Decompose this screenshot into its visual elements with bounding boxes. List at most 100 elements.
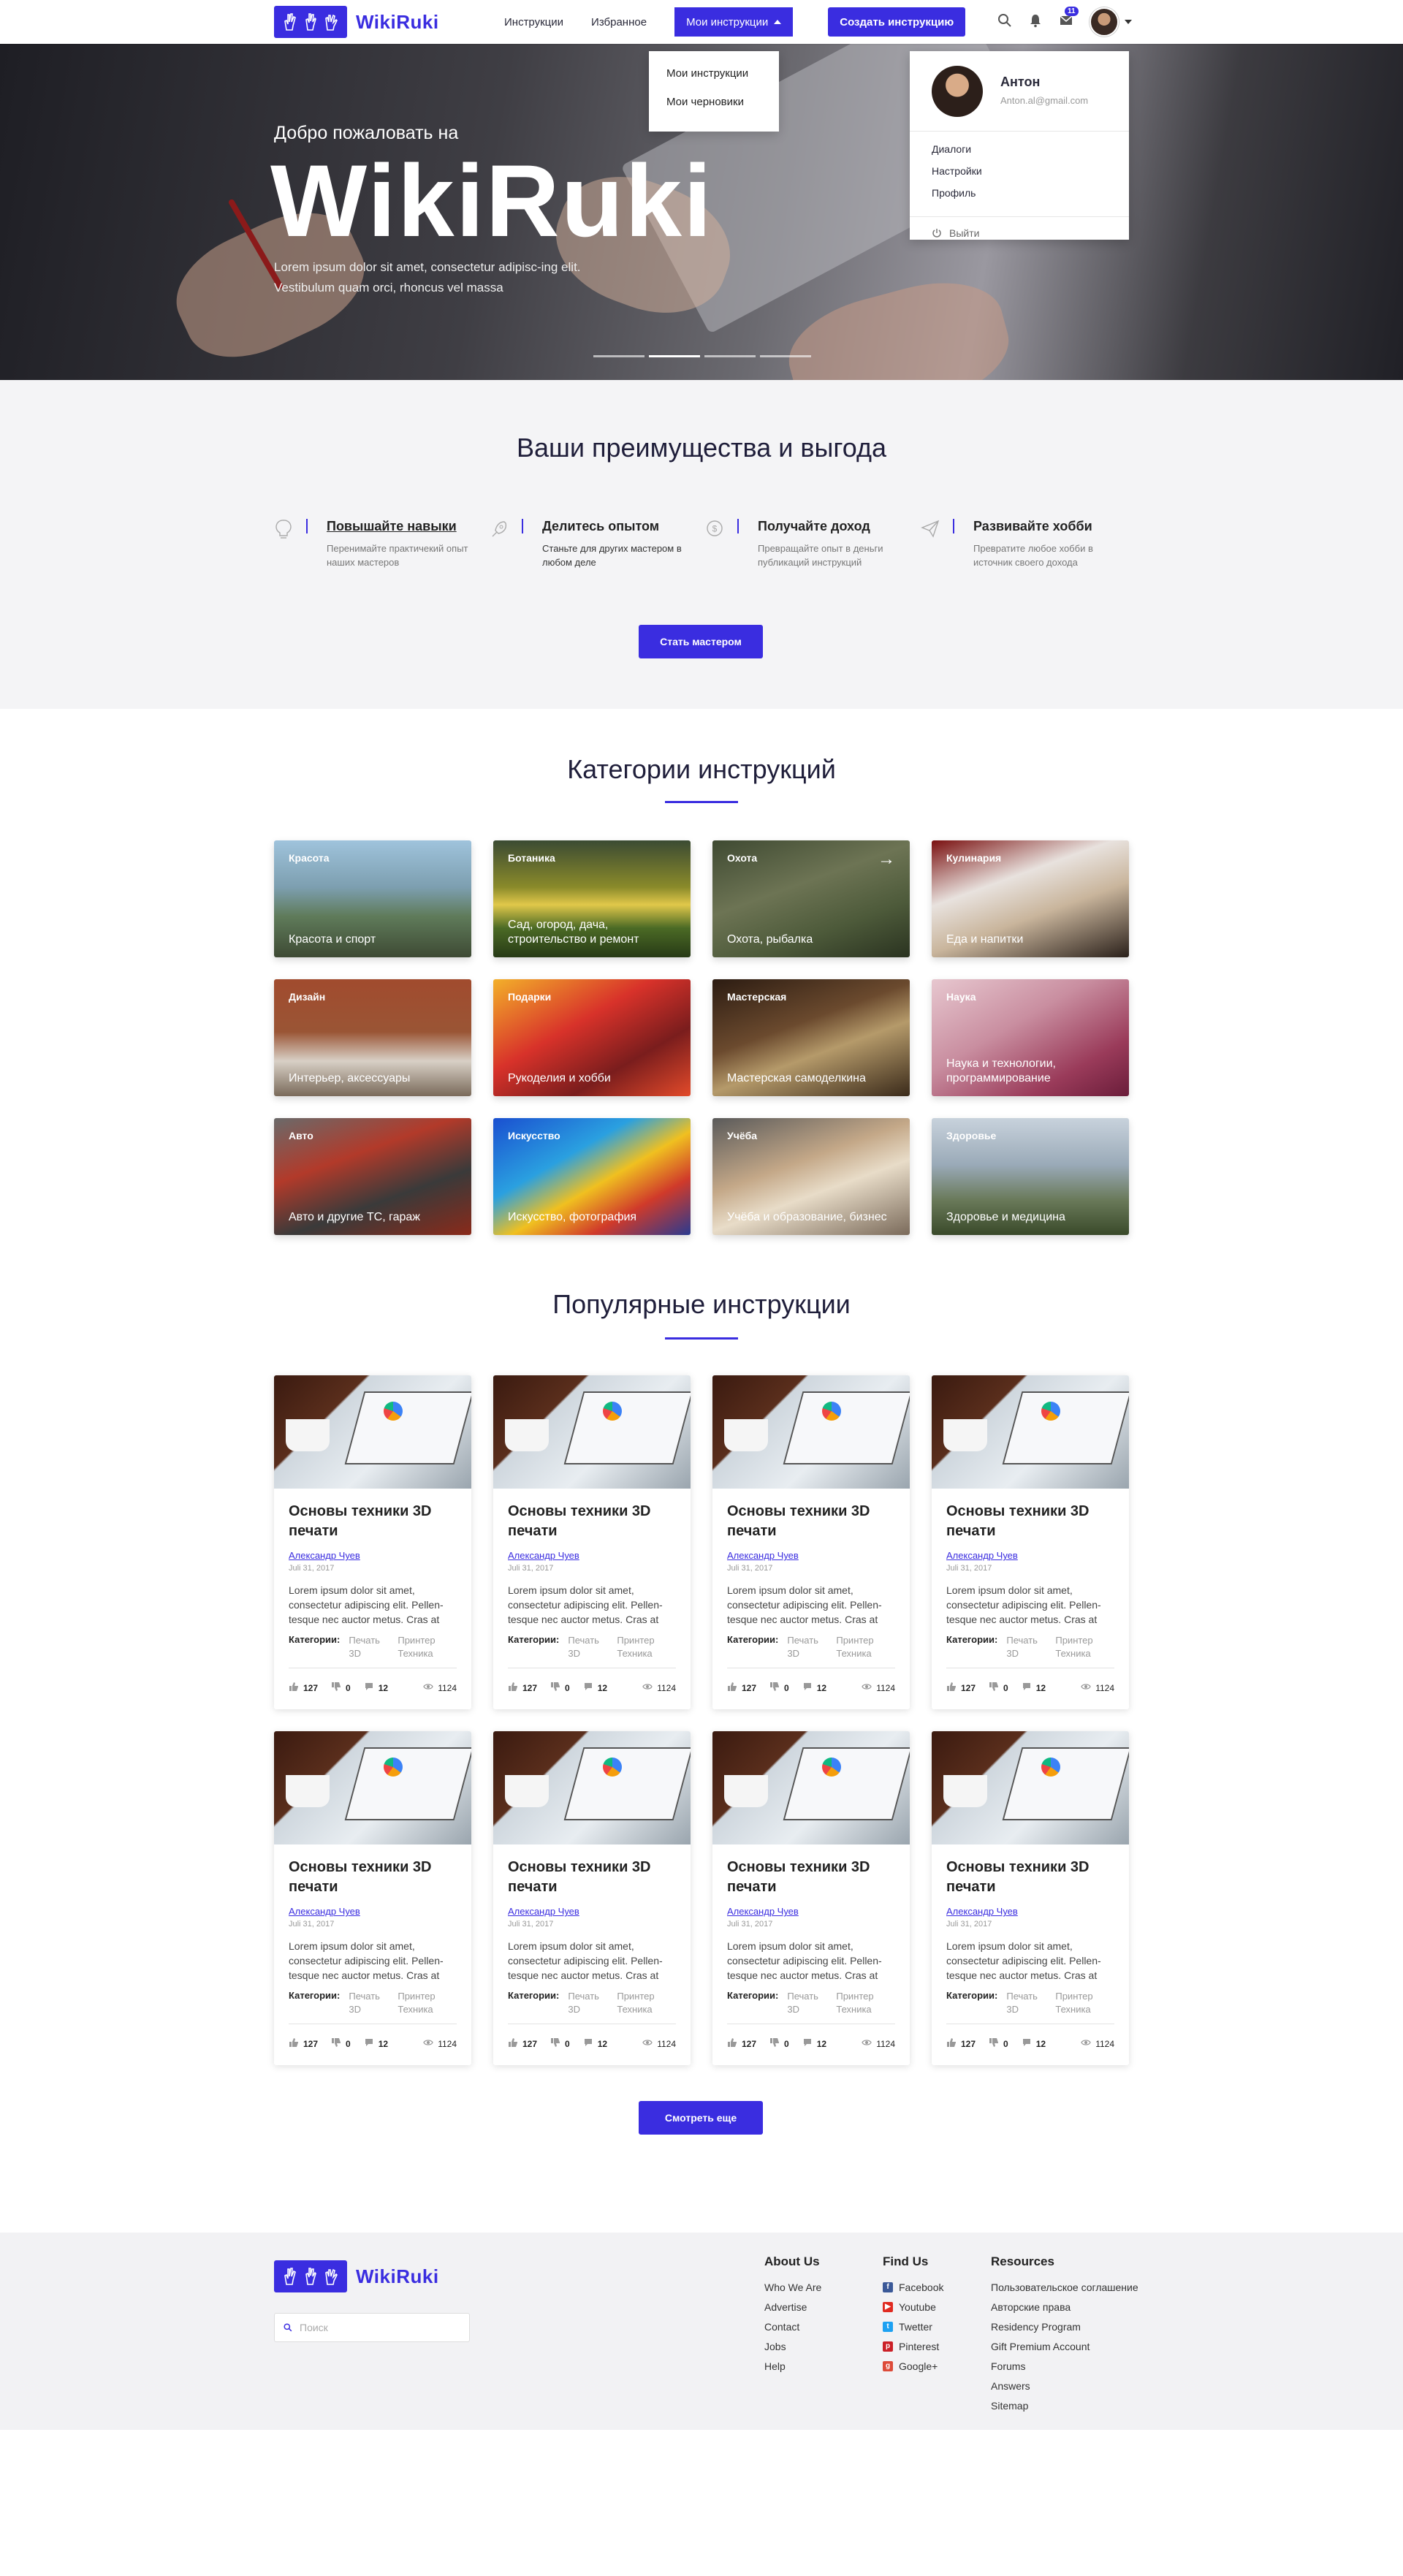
instruction-card[interactable]: Основы техники 3D печати Александр Чуев Ju… [493,1375,691,1709]
card-image[interactable] [712,1375,910,1489]
comments[interactable]: 12 [364,1682,388,1694]
card-title[interactable]: Основы техники 3D печати [946,1858,1114,1897]
card-author-link[interactable]: Александр Чуев [727,1906,895,1917]
instruction-card[interactable]: Основы техники 3D печати Александр Чуев Ju… [493,1731,691,2065]
card-title[interactable]: Основы техники 3D печати [727,1502,895,1541]
card-title[interactable]: Основы техники 3D печати [289,1502,457,1541]
card-image[interactable] [932,1731,1129,1844]
instruction-card[interactable]: Основы техники 3D печати Александр Чуев Ju… [712,1375,910,1709]
footer-link[interactable]: Who We Are [764,2281,821,2293]
likes[interactable]: 127 [289,1682,318,1694]
footer-social-link[interactable]: f Facebook [883,2281,943,2293]
show-more-button[interactable]: Смотреть еще [639,2101,763,2135]
comments[interactable]: 12 [583,1682,607,1694]
slider-dot[interactable] [760,355,811,357]
category-tile[interactable]: Мастерская Мастерская самоделкина [712,979,910,1096]
card-image[interactable] [274,1375,471,1489]
comments[interactable]: 12 [802,1682,826,1694]
card-author-link[interactable]: Александр Чуев [946,1906,1114,1917]
card-title[interactable]: Основы техники 3D печати [289,1858,457,1897]
card-category-link[interactable]: Принтер Техника [836,1634,876,1660]
card-image[interactable] [493,1375,691,1489]
footer-link[interactable]: Advertise [764,2300,821,2313]
comments[interactable]: 12 [364,2037,388,2050]
dislikes[interactable]: 0 [550,2037,570,2050]
card-category-link[interactable]: Принтер Техника [836,1990,876,2016]
footer-social-link[interactable]: g Google+ [883,2360,943,2372]
card-category-link[interactable]: Печать 3D [1006,1634,1046,1660]
likes[interactable]: 127 [727,1682,756,1694]
card-image[interactable] [493,1731,691,1844]
footer-link[interactable]: Авторские права [991,2300,1138,2313]
card-category-link[interactable]: Печать 3D [1006,1990,1046,2016]
menu-item-profile[interactable]: Профиль [932,187,1107,199]
footer-link[interactable]: Forums [991,2360,1138,2372]
card-author-link[interactable]: Александр Чуев [289,1906,457,1917]
logout-button[interactable]: Выйти [910,216,1129,249]
category-tile[interactable]: Красота Красота и спорт [274,840,471,957]
card-category-link[interactable]: Печать 3D [568,1634,608,1660]
card-category-link[interactable]: Печать 3D [349,1634,389,1660]
instruction-card[interactable]: Основы техники 3D печати Александр Чуев Ju… [274,1375,471,1709]
category-tile[interactable]: Учёба Учёба и образование, бизнес [712,1118,910,1235]
menu-item-settings[interactable]: Настройки [932,165,1107,177]
instruction-card[interactable]: Основы техники 3D печати Александр Чуев Ju… [274,1731,471,2065]
card-title[interactable]: Основы техники 3D печати [508,1858,676,1897]
card-author-link[interactable]: Александр Чуев [727,1550,895,1561]
footer-link[interactable]: Contact [764,2320,821,2333]
dislikes[interactable]: 0 [769,1682,789,1694]
comments[interactable]: 12 [583,2037,607,2050]
nav-favorites[interactable]: Избранное [591,16,647,29]
category-tile[interactable]: Кулинария Еда и напитки [932,840,1129,957]
likes[interactable]: 127 [508,1682,537,1694]
footer-link[interactable]: Sitemap [991,2399,1138,2412]
footer-social-link[interactable]: ▶ Youtube [883,2300,943,2313]
card-category-link[interactable]: Принтер Техника [1055,1634,1095,1660]
footer-link[interactable]: Help [764,2360,821,2372]
category-tile[interactable]: Здоровье Здоровье и медицина [932,1118,1129,1235]
footer-social-link[interactable]: p Pinterest [883,2340,943,2352]
card-author-link[interactable]: Александр Чуев [289,1550,457,1561]
slider-dot[interactable] [649,355,700,357]
create-instruction-button[interactable]: Создать инструкцию [828,7,966,37]
category-tile[interactable]: Авто Авто и другие ТС, гараж [274,1118,471,1235]
category-tile[interactable]: Дизайн Интерьер, аксессуары [274,979,471,1096]
dislikes[interactable]: 0 [331,2037,351,2050]
likes[interactable]: 127 [508,2037,537,2050]
likes[interactable]: 127 [289,2037,318,2050]
likes[interactable]: 127 [946,2037,976,2050]
category-tile[interactable]: Искусство Искусство, фотография [493,1118,691,1235]
instruction-card[interactable]: Основы техники 3D печати Александр Чуев Ju… [932,1375,1129,1709]
comments[interactable]: 12 [1022,2037,1046,2050]
nav-my-instructions[interactable]: Мои инструкции [674,7,794,37]
category-tile[interactable]: Наука Наука и технологии, программировани… [932,979,1129,1096]
card-image[interactable] [712,1731,910,1844]
slider-dot[interactable] [593,355,645,357]
card-category-link[interactable]: Принтер Техника [1055,1990,1095,2016]
menu-item-my-instructions[interactable]: Мои инструкции [666,67,779,80]
card-image[interactable] [274,1731,471,1844]
card-title[interactable]: Основы техники 3D печати [946,1502,1114,1541]
footer-link[interactable]: Jobs [764,2340,821,2352]
menu-item-my-drafts[interactable]: Мои черновики [666,96,779,108]
dislikes[interactable]: 0 [769,2037,789,2050]
footer-link[interactable]: Пользовательское соглашение [991,2281,1138,2293]
mail-button[interactable]: 11 [1059,6,1079,31]
search-icon[interactable] [997,13,1012,31]
likes[interactable]: 127 [946,1682,976,1694]
card-category-link[interactable]: Принтер Техника [398,1990,438,2016]
slider-dot[interactable] [704,355,756,357]
card-category-link[interactable]: Принтер Техника [617,1990,657,2016]
menu-item-dialogs[interactable]: Диалоги [932,143,1107,155]
footer-link[interactable]: Residency Program [991,2320,1138,2333]
instruction-card[interactable]: Основы техники 3D печати Александр Чуев Ju… [932,1731,1129,2065]
comments[interactable]: 12 [802,2037,826,2050]
dislikes[interactable]: 0 [550,1682,570,1694]
card-author-link[interactable]: Александр Чуев [946,1550,1114,1561]
footer-link[interactable]: Answers [991,2379,1138,2392]
card-category-link[interactable]: Печать 3D [787,1990,827,2016]
card-category-link[interactable]: Принтер Техника [617,1634,657,1660]
card-author-link[interactable]: Александр Чуев [508,1906,676,1917]
comments[interactable]: 12 [1022,1682,1046,1694]
category-tile[interactable]: Ботаника Сад, огород, дача, строительство… [493,840,691,957]
